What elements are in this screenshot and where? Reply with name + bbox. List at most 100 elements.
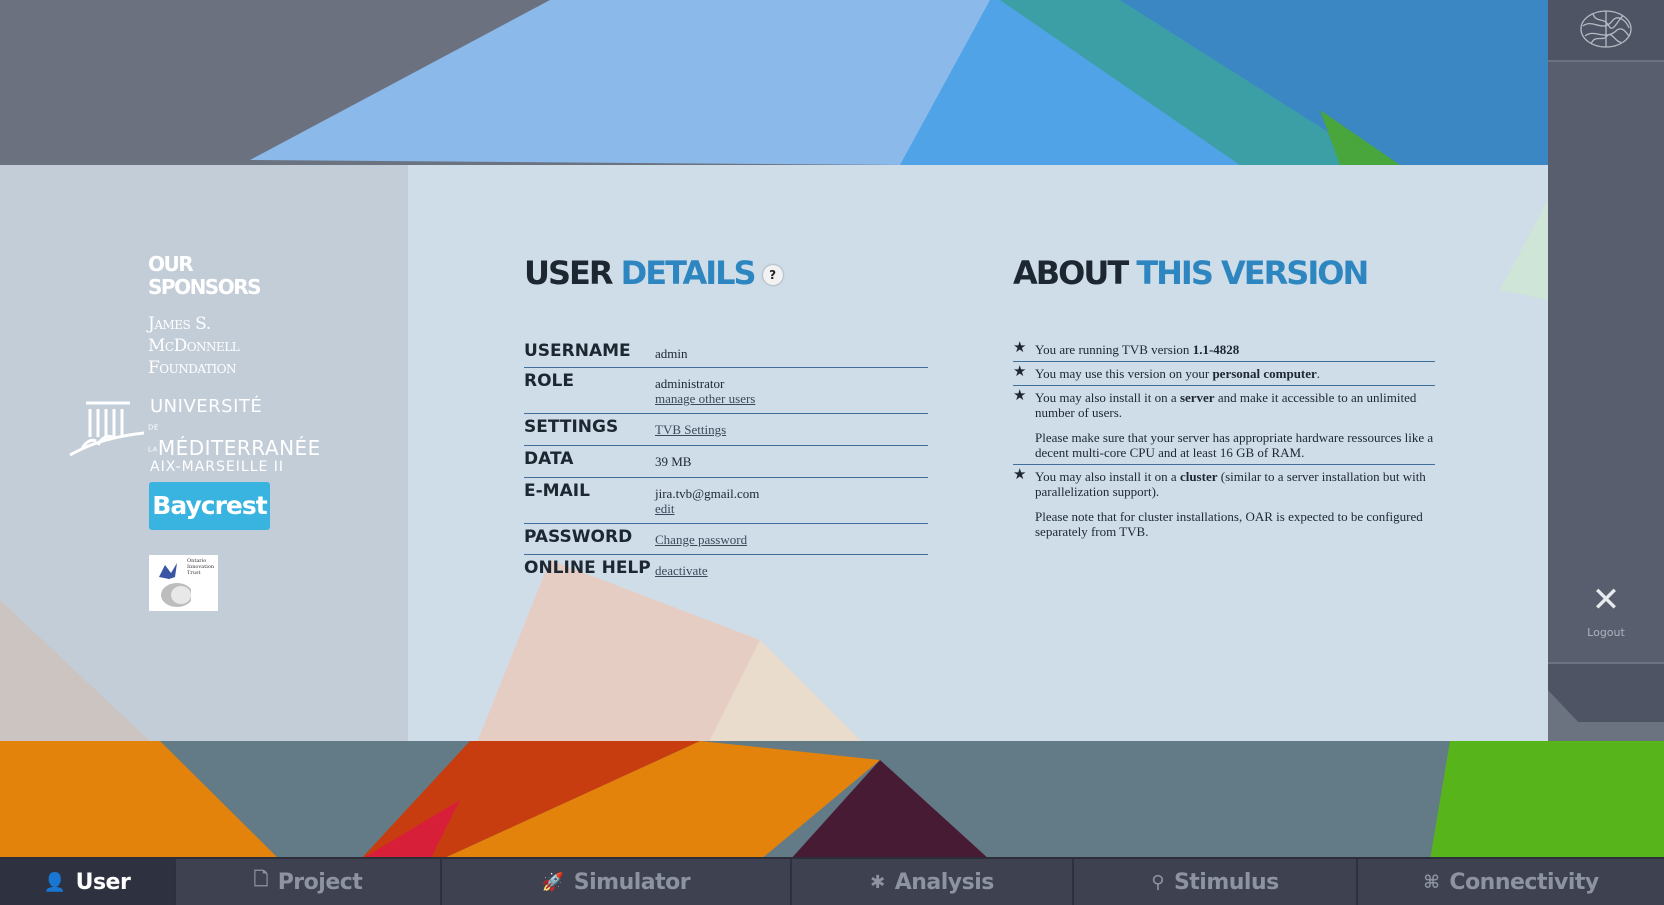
row-settings: SETTINGS TVB Settings xyxy=(524,414,928,446)
about-item4-text: You may also install it on a xyxy=(1035,469,1180,484)
about-item-personal: ★ You may use this version on your perso… xyxy=(1013,362,1435,386)
user-details-title-a: USER xyxy=(524,254,614,292)
nav-tab-stimulus[interactable]: ⚲ Stimulus xyxy=(1074,859,1358,905)
about-title: ABOUT THIS VERSION xyxy=(1013,253,1369,293)
gear-icon: ✱ xyxy=(870,871,885,893)
manage-users-link[interactable]: manage other users xyxy=(655,391,755,406)
label-password: PASSWORD xyxy=(524,527,633,547)
change-password-link[interactable]: Change password xyxy=(655,532,747,547)
about-item2-post: . xyxy=(1316,366,1321,381)
value-password: Change password xyxy=(655,532,747,547)
user-details-table: USERNAME admin ROLE administrator manage… xyxy=(524,338,928,587)
close-icon: ✕ xyxy=(1591,580,1621,620)
value-role: administrator manage other users xyxy=(655,376,755,406)
value-settings: TVB Settings xyxy=(655,422,726,437)
row-role: ROLE administrator manage other users xyxy=(524,368,928,414)
value-data: 39 MB xyxy=(655,454,692,469)
rail-logo-area xyxy=(1548,0,1664,60)
label-data: DATA xyxy=(524,449,574,469)
sponsors-title: OUR SPONSORS xyxy=(148,252,262,299)
row-email: E-MAIL jira.tvb@gmail.com edit xyxy=(524,478,928,524)
sponsor-jsm-line2: McDonnell xyxy=(148,336,240,356)
about-list: ★ You are running TVB version 1.1-4828 ★… xyxy=(1013,338,1435,543)
label-username: USERNAME xyxy=(524,341,631,361)
about-item-server: ★ You may also install it on a server an… xyxy=(1013,386,1435,465)
role-text: administrator xyxy=(655,376,725,391)
connectivity-icon: ⌘ xyxy=(1423,871,1440,893)
sponsors-title-line1: OUR xyxy=(148,252,194,276)
tvb-settings-link[interactable]: TVB Settings xyxy=(655,422,726,437)
pin-icon: ⚲ xyxy=(1151,871,1164,893)
about-item-version: ★ You are running TVB version 1.1-4828 xyxy=(1013,338,1435,362)
rocket-icon: 🚀 xyxy=(541,871,564,893)
row-username: USERNAME admin xyxy=(524,338,928,368)
nav-tab-simulator[interactable]: 🚀 Simulator xyxy=(442,859,792,905)
sponsors-title-line2: SPONSORS xyxy=(148,275,262,299)
about-item4-note: Please note that for cluster installatio… xyxy=(1035,509,1423,539)
sponsor-universite-logo: UNIVERSITÉ DE LAMÉDITERRANÉE AIX-MARSEIL… xyxy=(68,397,320,475)
logout-label: Logout xyxy=(1587,626,1625,639)
deactivate-help-link[interactable]: deactivate xyxy=(655,563,708,578)
about-item3-note: Please make sure that your server has ap… xyxy=(1035,430,1434,460)
nav-tab-project[interactable]: 🗋 Project xyxy=(176,859,442,905)
oit-text: Ontario Innovation Trust xyxy=(187,558,215,576)
label-email: E-MAIL xyxy=(524,481,590,501)
right-rail: ✕ Logout xyxy=(1548,0,1664,722)
nav-tab-user[interactable]: 👤 User xyxy=(0,859,176,905)
email-text: jira.tvb@gmail.com xyxy=(655,486,760,501)
nav-label-stimulus: Stimulus xyxy=(1173,869,1279,895)
univ-line3: AIX-MARSEILLE II xyxy=(150,459,285,475)
sponsor-jsm-line3: Foundation xyxy=(148,358,236,378)
nav-label-user: User xyxy=(75,869,131,895)
univ-emblem-icon xyxy=(69,401,145,457)
nav-tab-analysis[interactable]: ✱ Analysis xyxy=(792,859,1074,905)
nav-tab-connectivity[interactable]: ⌘ Connectivity xyxy=(1358,859,1664,905)
brain-icon[interactable] xyxy=(1579,8,1633,50)
star-icon: ★ xyxy=(1013,388,1027,404)
user-icon: 👤 xyxy=(43,871,66,893)
sponsor-mcdonnell-logo: James S. McDonnell Foundation xyxy=(148,313,240,379)
row-password: PASSWORD Change password xyxy=(524,524,928,555)
about-title-b: THIS VERSION xyxy=(1136,254,1369,292)
univ-line2: MÉDITERRANÉE xyxy=(157,435,321,460)
about-title-a: ABOUT xyxy=(1013,254,1129,292)
rail-body xyxy=(1548,62,1664,662)
nav-label-analysis: Analysis xyxy=(894,869,995,895)
about-item3-bold: server xyxy=(1179,390,1215,405)
about-item2-text: You may use this version on your xyxy=(1035,366,1213,381)
row-online-help: ONLINE HELP deactivate xyxy=(524,555,928,587)
edit-email-link[interactable]: edit xyxy=(655,501,759,516)
user-details-title-b: DETAILS xyxy=(620,254,757,292)
nav-label-project: Project xyxy=(277,869,363,895)
value-online-help: deactivate xyxy=(655,563,708,578)
about-item-cluster: ★ You may also install it on a cluster (… xyxy=(1013,465,1435,543)
nav-label-connectivity: Connectivity xyxy=(1449,869,1599,895)
value-username: admin xyxy=(655,346,688,361)
about-item2-bold: personal computer xyxy=(1212,366,1317,381)
user-details-title: USER DETAILS? xyxy=(524,253,783,293)
help-icon[interactable]: ? xyxy=(762,265,783,285)
bottom-nav: 👤 User 🗋 Project 🚀 Simulator ✱ Analysis … xyxy=(0,857,1664,905)
about-version-number: 1.1-4828 xyxy=(1192,342,1240,357)
univ-line1: UNIVERSITÉ xyxy=(150,396,263,417)
label-settings: SETTINGS xyxy=(524,417,619,437)
sponsor-oit-logo: Ontario Innovation Trust xyxy=(149,555,218,611)
about-item3-text: You may also install it on a xyxy=(1035,390,1180,405)
value-email: jira.tvb@gmail.com edit xyxy=(655,486,759,516)
star-icon: ★ xyxy=(1013,364,1027,380)
star-icon: ★ xyxy=(1013,467,1027,483)
rail-foot xyxy=(1548,664,1664,722)
document-icon: 🗋 xyxy=(253,869,268,890)
about-item4-bold: cluster xyxy=(1179,469,1218,484)
star-icon: ★ xyxy=(1013,340,1027,356)
label-online-help: ONLINE HELP xyxy=(524,558,651,578)
butterfly-egg-icon xyxy=(159,563,191,607)
sponsors-panel: OUR SPONSORS James S. McDonnell Foundati… xyxy=(0,165,408,741)
sponsor-jsm-line1: James S. xyxy=(148,314,211,334)
nav-label-simulator: Simulator xyxy=(573,869,691,895)
label-role: ROLE xyxy=(524,371,574,391)
row-data: DATA 39 MB xyxy=(524,446,928,478)
logout-button[interactable]: ✕ Logout xyxy=(1568,580,1644,650)
sponsor-baycrest-logo: Baycrest xyxy=(149,482,270,530)
about-item1-text: You are running TVB version xyxy=(1035,342,1193,357)
